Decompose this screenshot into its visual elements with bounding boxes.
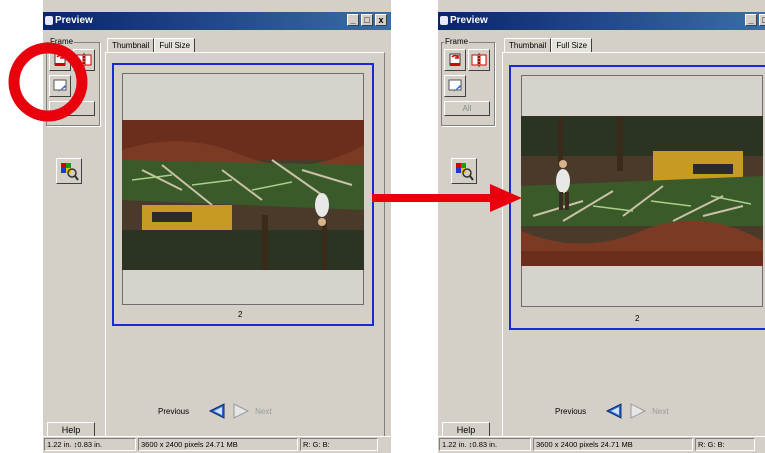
next-label: Next [652, 406, 669, 416]
app-icon [440, 16, 448, 25]
color-adjust-button[interactable] [56, 158, 82, 184]
preview-area: 2 Previous Next [502, 52, 765, 437]
window-controls: _ □ x [745, 14, 765, 26]
close-button[interactable]: x [375, 14, 387, 26]
preview-window-after: Preview _ □ x Frame [438, 0, 765, 453]
status-pixels: 3600 x 2400 pixels 24.71 MB [138, 438, 298, 451]
window-title: Preview [450, 15, 488, 26]
frame-border [521, 75, 763, 307]
window-controls: _ □ x [347, 14, 387, 26]
status-rgb: R: G: B: [695, 438, 755, 451]
rotate-frame-icon [449, 53, 461, 66]
crop-frame-icon [53, 79, 67, 92]
status-pixels: 3600 x 2400 pixels 24.71 MB [533, 438, 693, 451]
scanned-photo-upside-down [122, 120, 364, 270]
all-frames-button[interactable]: All [49, 101, 95, 116]
status-dimensions: 1.22 in. ↕0.83 in. [439, 438, 531, 451]
frame-number: 2 [238, 310, 243, 319]
previous-label: Previous [158, 406, 190, 416]
previous-arrow-icon[interactable] [604, 403, 624, 419]
maximize-button[interactable]: □ [759, 14, 765, 26]
rotate-frame-button[interactable] [444, 49, 466, 71]
tool-sidebar: Frame All Help [438, 30, 498, 438]
tool-sidebar: Frame All Help [43, 30, 103, 438]
next-arrow-icon[interactable] [231, 403, 251, 419]
status-rgb: R: G: B: [300, 438, 378, 451]
tab-full-size[interactable]: Full Size [154, 38, 196, 52]
preview-area: 2 Previous Next [105, 52, 385, 437]
view-tabs: Thumbnail Full Size [504, 38, 593, 52]
rotate-frame-button[interactable] [49, 49, 71, 71]
photo-image [521, 116, 763, 266]
minimize-button[interactable]: _ [347, 14, 359, 26]
next-arrow-icon[interactable] [628, 403, 648, 419]
all-frames-button[interactable]: All [444, 101, 490, 116]
status-dimensions: 1.22 in. ↕0.83 in. [44, 438, 136, 451]
crop-frame-button[interactable] [444, 75, 466, 97]
title-bar: Preview _ □ x [43, 12, 391, 30]
app-icon [45, 16, 53, 25]
title-bar: Preview _ □ x [438, 12, 765, 30]
color-adjust-button[interactable] [451, 158, 477, 184]
minimize-button[interactable]: _ [745, 14, 757, 26]
selected-frame-highlight[interactable]: 2 [509, 65, 765, 330]
crop-frame-button[interactable] [49, 75, 71, 97]
tab-thumbnail[interactable]: Thumbnail [504, 38, 552, 52]
selected-frame-highlight[interactable]: 2 [112, 63, 374, 326]
frame-label: Frame [49, 37, 75, 46]
frame-navigation: Previous Next [555, 403, 669, 419]
scanned-photo-corrected [521, 116, 763, 266]
status-bar: 1.22 in. ↕0.83 in. 3600 x 2400 pixels 24… [438, 436, 765, 453]
tab-thumbnail[interactable]: Thumbnail [107, 38, 155, 52]
tab-full-size[interactable]: Full Size [551, 38, 593, 52]
crop-frame-icon [448, 79, 462, 92]
frame-border [122, 73, 364, 305]
flip-frame-button[interactable] [73, 49, 95, 71]
frame-navigation: Previous Next [158, 403, 272, 419]
color-adjust-icon [456, 163, 474, 181]
flip-frame-button[interactable] [468, 49, 490, 71]
frame-label: Frame [444, 37, 470, 46]
view-tabs: Thumbnail Full Size [107, 38, 196, 52]
status-bar: 1.22 in. ↕0.83 in. 3600 x 2400 pixels 24… [43, 436, 391, 453]
frame-number: 2 [635, 314, 640, 323]
next-label: Next [255, 406, 272, 416]
frame-group: Frame All [441, 37, 495, 126]
photo-image [122, 120, 364, 270]
flip-frame-icon [471, 53, 487, 67]
preview-window-before: Preview _ □ x Frame All Help Thumbnail F… [43, 0, 391, 453]
frame-group: Frame All [46, 37, 100, 126]
flip-frame-icon [76, 53, 92, 67]
color-adjust-icon [61, 163, 79, 181]
rotate-frame-icon [54, 53, 66, 66]
maximize-button[interactable]: □ [361, 14, 373, 26]
previous-label: Previous [555, 406, 587, 416]
window-title: Preview [55, 15, 93, 26]
previous-arrow-icon[interactable] [207, 403, 227, 419]
